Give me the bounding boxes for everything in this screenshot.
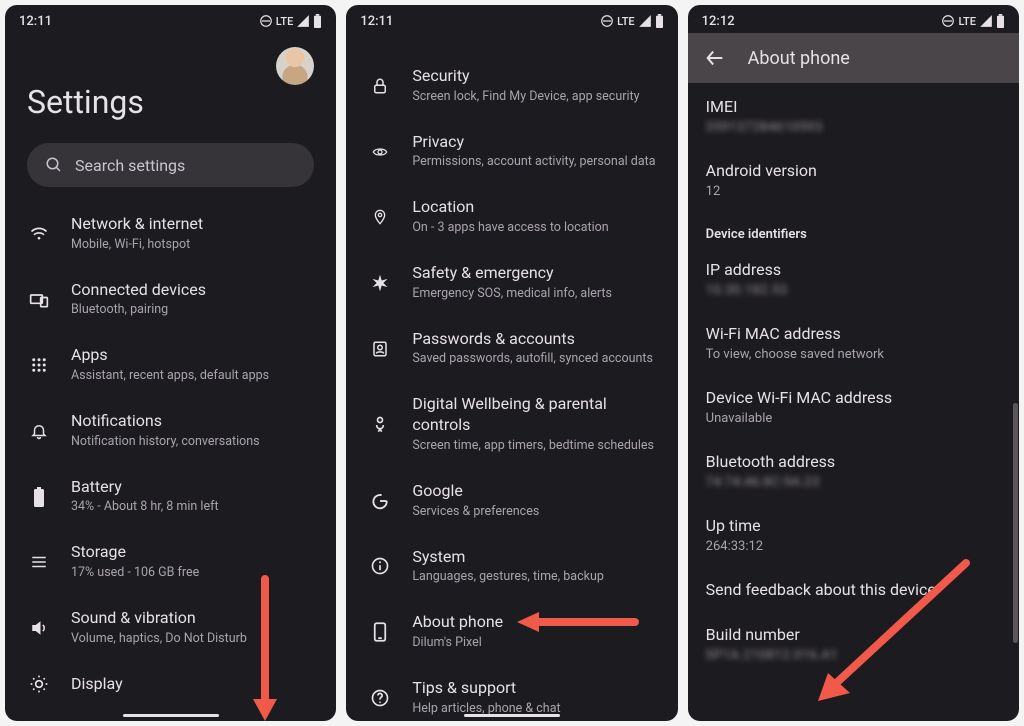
- signal-icon: [638, 14, 652, 28]
- status-indicators: LTE: [600, 14, 664, 28]
- status-bar: 12:11 LTE: [346, 5, 677, 33]
- status-bar: 12:12 LTE: [688, 5, 1019, 33]
- privacy-icon: [370, 144, 390, 160]
- row-passwords-accounts[interactable]: Passwords & accountsSaved passwords, aut…: [346, 316, 677, 382]
- access-point-icon: [600, 14, 614, 28]
- appbar-title: About phone: [748, 48, 850, 69]
- emergency-icon: [370, 273, 390, 293]
- row-network-internet[interactable]: Network & internetMobile, Wi-Fi, hotspot: [5, 201, 336, 267]
- storage-icon: [29, 553, 49, 571]
- search-input[interactable]: Search settings: [27, 143, 314, 187]
- google-icon: [370, 491, 390, 511]
- row-tips-support[interactable]: Tips & supportHelp articles, phone & cha…: [346, 665, 677, 721]
- row-sound-vibration[interactable]: Sound & vibrationVolume, haptics, Do Not…: [5, 595, 336, 661]
- info-icon: [370, 556, 390, 576]
- row-storage[interactable]: Storage17% used - 106 GB free: [5, 529, 336, 595]
- signal-icon: [296, 14, 310, 28]
- row-send-feedback[interactable]: Send feedback about this device: [706, 566, 1001, 611]
- row-display[interactable]: Display: [5, 661, 336, 699]
- row-location[interactable]: LocationOn - 3 apps have access to locat…: [346, 184, 677, 250]
- screen-settings-scroll: 12:11 LTE SecurityScreen lock, Find My D…: [346, 5, 677, 721]
- devices-icon: [29, 290, 49, 310]
- help-icon: [370, 688, 390, 708]
- apps-icon: [30, 356, 48, 374]
- row-android-version[interactable]: Android version 12: [706, 147, 1001, 211]
- appbar: About phone: [688, 33, 1019, 83]
- row-system[interactable]: SystemLanguages, gestures, time, backup: [346, 534, 677, 600]
- status-indicators: LTE: [941, 14, 1005, 28]
- row-connected-devices[interactable]: Connected devicesBluetooth, pairing: [5, 267, 336, 333]
- nav-handle[interactable]: [464, 714, 560, 717]
- battery-small-icon: [33, 487, 45, 507]
- phone-icon: [373, 621, 387, 643]
- row-ip-address[interactable]: IP address 10.30.182.53: [706, 246, 1001, 310]
- access-point-icon: [941, 14, 955, 28]
- page-title: Settings: [27, 83, 314, 121]
- row-notifications[interactable]: NotificationsNotification history, conve…: [5, 398, 336, 464]
- wifi-icon: [29, 224, 49, 244]
- status-time: 12:12: [702, 14, 735, 29]
- row-device-wifi-mac[interactable]: Device Wi-Fi MAC address Unavailable: [706, 374, 1001, 438]
- search-icon: [45, 156, 63, 174]
- screen-settings-home: 12:11 LTE Settings Search settings Netwo…: [5, 5, 336, 721]
- back-icon[interactable]: [704, 47, 726, 69]
- status-time: 12:11: [360, 14, 393, 29]
- about-list: IMEI 359137284610593 Android version 12 …: [688, 83, 1019, 675]
- network-label: LTE: [617, 15, 635, 28]
- scrollbar-thumb[interactable]: [1013, 403, 1018, 643]
- row-uptime[interactable]: Up time 264:33:12: [706, 502, 1001, 566]
- network-label: LTE: [958, 15, 976, 28]
- battery-icon: [655, 14, 664, 28]
- signal-icon: [979, 14, 993, 28]
- row-privacy[interactable]: PrivacyPermissions, account activity, pe…: [346, 119, 677, 185]
- account-icon: [371, 339, 389, 359]
- access-point-icon: [259, 14, 273, 28]
- search-placeholder: Search settings: [75, 156, 185, 175]
- profile-avatar[interactable]: [276, 47, 314, 85]
- network-label: LTE: [276, 15, 294, 28]
- bell-icon: [30, 421, 48, 441]
- row-build-number[interactable]: Build number SP1A.210812.016.A1: [706, 611, 1001, 675]
- row-apps[interactable]: AppsAssistant, recent apps, default apps: [5, 332, 336, 398]
- location-icon: [372, 207, 388, 227]
- status-time: 12:11: [19, 14, 52, 29]
- row-about-phone[interactable]: About phoneDilum's Pixel: [346, 599, 677, 665]
- settings-list: Network & internetMobile, Wi-Fi, hotspot…: [5, 197, 336, 699]
- row-bluetooth-address[interactable]: Bluetooth address 74:74:46:8C:9A:23: [706, 438, 1001, 502]
- row-imei[interactable]: IMEI 359137284610593: [706, 83, 1001, 147]
- row-battery[interactable]: Battery34% - About 8 hr, 8 min left: [5, 464, 336, 530]
- row-wifi-mac[interactable]: Wi-Fi MAC address To view, choose saved …: [706, 310, 1001, 374]
- row-security[interactable]: SecurityScreen lock, Find My Device, app…: [346, 53, 677, 119]
- settings-list: SecurityScreen lock, Find My Device, app…: [346, 33, 677, 721]
- row-digital-wellbeing[interactable]: Digital Wellbeing & parental controlsScr…: [346, 381, 677, 467]
- brightness-icon: [29, 674, 49, 694]
- row-safety-emergency[interactable]: Safety & emergencyEmergency SOS, medical…: [346, 250, 677, 316]
- volume-icon: [29, 619, 49, 637]
- screen-about-phone: 12:12 LTE About phone IMEI 3591372846105…: [688, 5, 1019, 721]
- status-bar: 12:11 LTE: [5, 5, 336, 33]
- status-indicators: LTE: [259, 14, 323, 28]
- section-device-identifiers: Device identifiers: [706, 211, 1001, 246]
- battery-icon: [996, 14, 1005, 28]
- lock-icon: [371, 76, 389, 96]
- battery-icon: [313, 14, 322, 28]
- nav-handle[interactable]: [123, 714, 219, 717]
- row-google[interactable]: GoogleServices & preferences: [346, 468, 677, 534]
- wellbeing-icon: [370, 415, 390, 435]
